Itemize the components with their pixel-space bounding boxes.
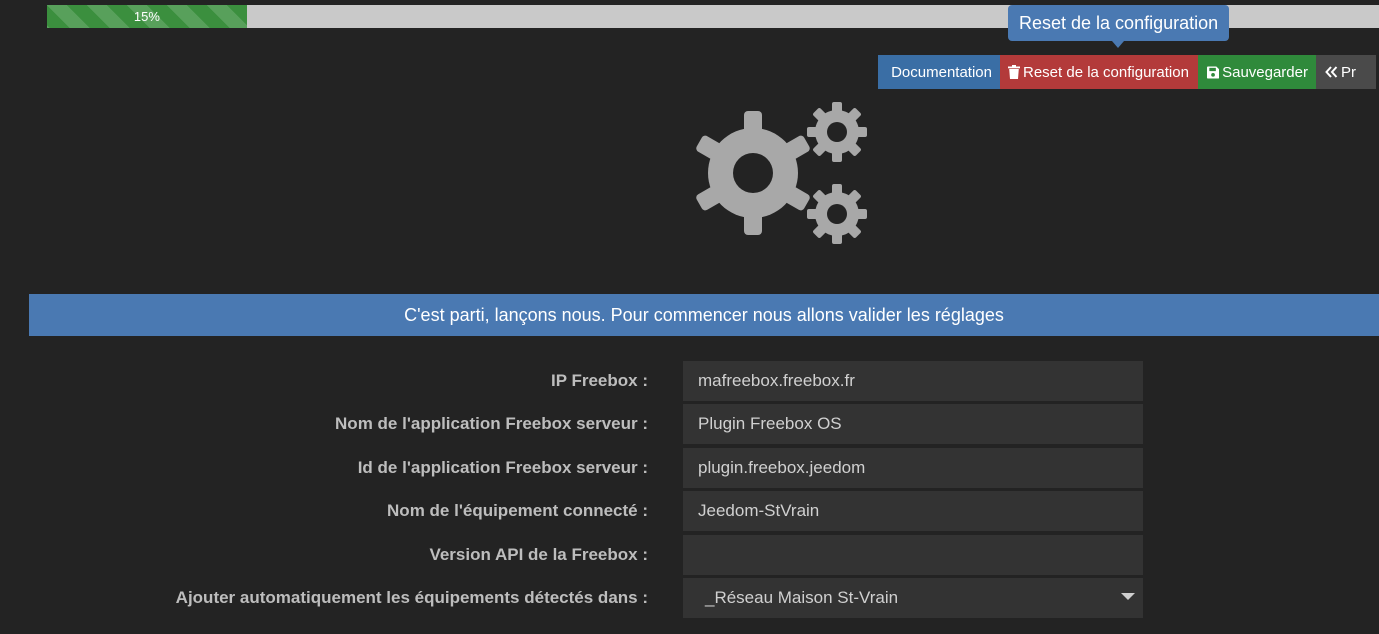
trash-icon (1008, 65, 1020, 79)
form-row-app-id: Id de l'application Freebox serveur : (0, 448, 1379, 488)
ip-input[interactable] (683, 361, 1143, 401)
gears-icon (696, 102, 867, 244)
api-version-label: Version API de la Freebox : (429, 545, 648, 564)
api-version-input[interactable] (683, 535, 1143, 575)
app-id-input[interactable] (683, 448, 1143, 488)
device-name-label: Nom de l'équipement connecté : (387, 501, 648, 520)
form-row-app-name: Nom de l'application Freebox serveur : (0, 404, 1379, 444)
form-row-device-name: Nom de l'équipement connecté : (0, 491, 1379, 531)
wizard-page: 15% Reset de la configuration Documentat… (0, 0, 1379, 634)
app-name-input[interactable] (683, 404, 1143, 444)
save-label: Sauvegarder (1222, 63, 1308, 81)
floppy-icon (1207, 65, 1220, 79)
tooltip-arrow (1112, 41, 1124, 48)
tooltip-text: Reset de la configuration (1019, 13, 1219, 33)
intro-banner-text: C'est parti, lançons nous. Pour commence… (404, 305, 1004, 325)
progress-bar-fill: 15% (47, 5, 247, 28)
caret-down-icon (1121, 592, 1135, 600)
documentation-button[interactable]: Documentation (878, 55, 1000, 89)
progress-label: 15% (133, 9, 160, 24)
toolbar: Documentation Reset de la configuration … (878, 55, 1376, 89)
reset-tooltip: Reset de la configuration (1008, 5, 1230, 41)
documentation-label: Documentation (891, 63, 992, 81)
form-row-api-version: Version API de la Freebox : (0, 535, 1379, 575)
auto-add-select[interactable]: _Réseau Maison St-Vrain (683, 578, 1143, 618)
form-row-auto-add: Ajouter automatiquement les équipements … (0, 578, 1379, 618)
save-button[interactable]: Sauvegarder (1198, 55, 1316, 89)
app-name-label: Nom de l'application Freebox serveur : (335, 414, 648, 433)
previous-button[interactable]: Pr (1316, 55, 1376, 89)
ip-label: IP Freebox : (551, 371, 648, 390)
double-chevron-left-icon (1325, 66, 1338, 78)
app-id-label: Id de l'application Freebox serveur : (357, 458, 648, 477)
auto-add-selected-value: _Réseau Maison St-Vrain (705, 588, 899, 607)
previous-label: Pr (1341, 63, 1356, 81)
auto-add-label: Ajouter automatiquement les équipements … (175, 588, 648, 607)
intro-banner: C'est parti, lançons nous. Pour commence… (29, 294, 1379, 336)
reset-configuration-button[interactable]: Reset de la configuration (1000, 55, 1198, 89)
reset-label: Reset de la configuration (1023, 63, 1189, 81)
form-row-ip: IP Freebox : (0, 361, 1379, 401)
device-name-input[interactable] (683, 491, 1143, 531)
